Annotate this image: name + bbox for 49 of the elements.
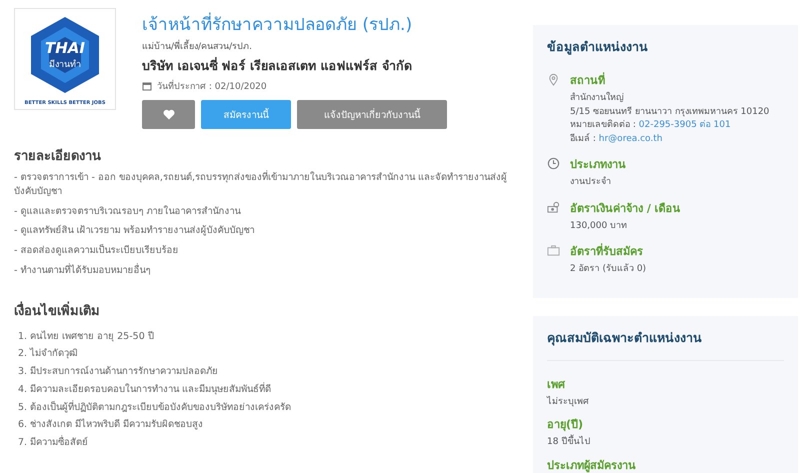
duty-text: - ดูแลและตรวจตราบริเวณรอบๆ ภายในอาคารสำนักงาน (14, 204, 242, 218)
field-label: อัตราที่รับสมัคร (570, 242, 644, 260)
panel-title: คุณสมบัติเฉพาะตำแหน่งงาน (547, 328, 784, 360)
field-label: ประเภทงาน (570, 157, 626, 173)
section-heading: รายละเอียดงาน (14, 148, 102, 166)
contact-label: อีเมล์ : (570, 134, 596, 144)
condition-text: 6. ช่างสังเกต มีไหวพริบดี มีความรับผิดชอบสูง (18, 418, 204, 432)
favorite-button[interactable] (142, 100, 195, 129)
duty-text: - ทำงานตามที่ได้รับมอบหมายอื่นๆ (14, 264, 152, 278)
contact-link[interactable]: hr@orea.co.th (598, 134, 662, 144)
logo-subtitle: มีงานทำ (49, 58, 81, 71)
field-label: อัตราเงินค่าจ้าง / เดือน (570, 200, 681, 216)
clock-icon (547, 157, 560, 170)
condition-text: 7. มีความซื่อสัตย์ (18, 436, 90, 450)
condition-text: 3. มีประสบการณ์งานด้านการรักษาความปลอดภัย (18, 365, 220, 379)
condition-text: 4. มีความละเอียดรอบคอบในการทำงาน และมีมนุษยสัมพันธ์ที่ดี (18, 382, 272, 397)
field-value: 18 ปีขึ้นไป (547, 436, 784, 450)
field-value: สำนักงานใหญ่ (570, 92, 625, 105)
apply-button[interactable]: สมัครงานนี้ (201, 100, 291, 129)
calendar-icon (142, 81, 152, 91)
briefcase-icon (547, 244, 560, 257)
condition-text: 2. ไม่จำกัดวุฒิ (18, 347, 80, 362)
field-label: เพศ (547, 376, 566, 392)
duty-text: - ดูแลทรัพย์สิน เฝ้าเวรยาม พร้อมทำรายงานส่งผู้บังคับบัญชา (14, 224, 256, 238)
report-button[interactable]: แจ้งปัญหาเกี่ยวกับงานนี้ (297, 100, 447, 129)
condition-text: 5. ต้องเป็นผู้ที่ปฏิบัติตามกฎระเบียบข้อบังคับของบริษัทอย่างเคร่งครัด (18, 400, 292, 414)
contact-label: หมายเลขติดต่อ : (570, 120, 636, 130)
field-value: งานประจำ (570, 176, 612, 189)
job-title: เจ้าหน้าที่รักษาความปลอดภัย (รปภ.) (142, 10, 447, 37)
field-value: ไม่ระบุเพศ (547, 396, 590, 408)
logo-text: THAI (45, 39, 85, 57)
duty-text: - ตรวจตราการเข้า - ออก ของบุคคล,รถยนต์,รถบรรทุกส่งของที่เข้ามาภายในบริเวณอาคารสำนักงาน และจัดทำรายงานส่งผู้บังคับบัญชา (14, 171, 508, 199)
company-name: บริษัท เอเจนซี่ ฟอร์ เรียลเอสเตท แอฟแฟร์ส จำกัด (142, 56, 413, 75)
field-value: 130,000 บาท (570, 220, 628, 232)
condition-text: 1. คนไทย เพศชาย อายุ 25-50 ปี (18, 330, 155, 344)
section-heading: เงื่อนไขเพิ่มเติม (14, 300, 101, 321)
money-icon (547, 200, 560, 214)
field-label: ประเภทผู้สมัครงาน (547, 458, 637, 473)
contact-link[interactable]: 02-295-3905 ต่อ 101 (638, 120, 731, 130)
heart-icon (162, 109, 174, 120)
field-label: สถานที่ (570, 71, 606, 89)
posted-date: วันที่ประกาศ : 02/10/2020 (157, 79, 267, 93)
job-category: แม่บ้าน/พี่เลี้ยง/คนสวน/รปภ. (142, 39, 447, 53)
duty-text: - สอดส่องดูแลความเป็นระเบียบเรียบร้อย (14, 244, 180, 258)
field-value: 2 อัตรา (รับแล้ว 0) (570, 263, 646, 276)
field-label: อายุ(ปี) (547, 417, 584, 433)
field-value: 5/15 ซอยนนทรี ยานนาวา กรุงเทพมหานคร 10120 (570, 106, 770, 118)
panel-title: ข้อมูลตำแหน่งงาน (547, 38, 649, 57)
location-pin-icon (547, 73, 560, 86)
